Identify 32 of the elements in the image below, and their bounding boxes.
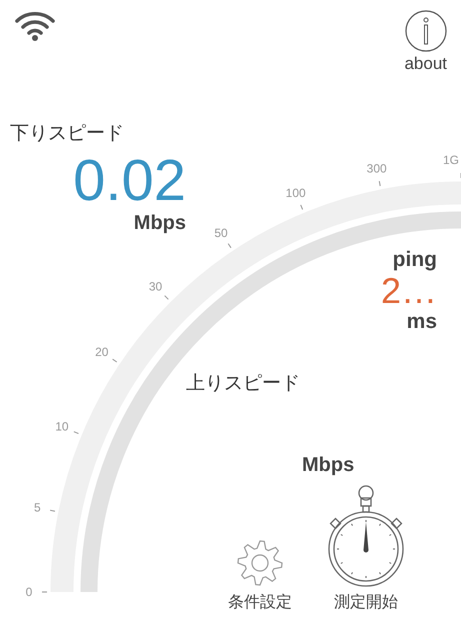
info-icon <box>404 10 447 52</box>
about-button[interactable]: about <box>404 10 447 74</box>
ping-value: 2… <box>380 272 437 310</box>
download-unit: Mbps <box>134 212 186 235</box>
ping-label: ping <box>392 248 437 272</box>
tick-label: 20 <box>95 345 108 359</box>
tick-mark <box>300 204 304 210</box>
tick-label: 1G <box>442 153 459 167</box>
gear-icon <box>235 538 285 588</box>
tick-label: 10 <box>55 420 69 434</box>
tick-mark <box>73 431 79 434</box>
upload-unit: Mbps <box>302 454 354 477</box>
tick-mark <box>50 510 56 512</box>
tick-mark <box>228 243 232 248</box>
tick-label: 300 <box>366 161 387 176</box>
settings-button[interactable]: 条件設定 <box>228 538 292 613</box>
tick-label: 50 <box>214 226 228 240</box>
ping-unit: ms <box>406 310 437 334</box>
tick-mark <box>378 180 381 186</box>
tick-mark <box>460 172 461 178</box>
start-button[interactable]: 測定開始 <box>326 484 406 613</box>
tick-mark <box>112 358 118 362</box>
tick-label: 0 <box>26 585 32 599</box>
download-label: 下りスピード <box>10 122 124 146</box>
wifi-icon <box>14 10 56 42</box>
tick-mark <box>164 295 169 300</box>
tick-label: 30 <box>148 280 162 294</box>
stopwatch-icon <box>326 484 406 588</box>
tick-label: 5 <box>34 500 41 515</box>
tick-label: 100 <box>286 186 306 200</box>
upload-label: 上りスピード <box>186 372 300 396</box>
download-speed: 0.02 <box>73 152 186 210</box>
